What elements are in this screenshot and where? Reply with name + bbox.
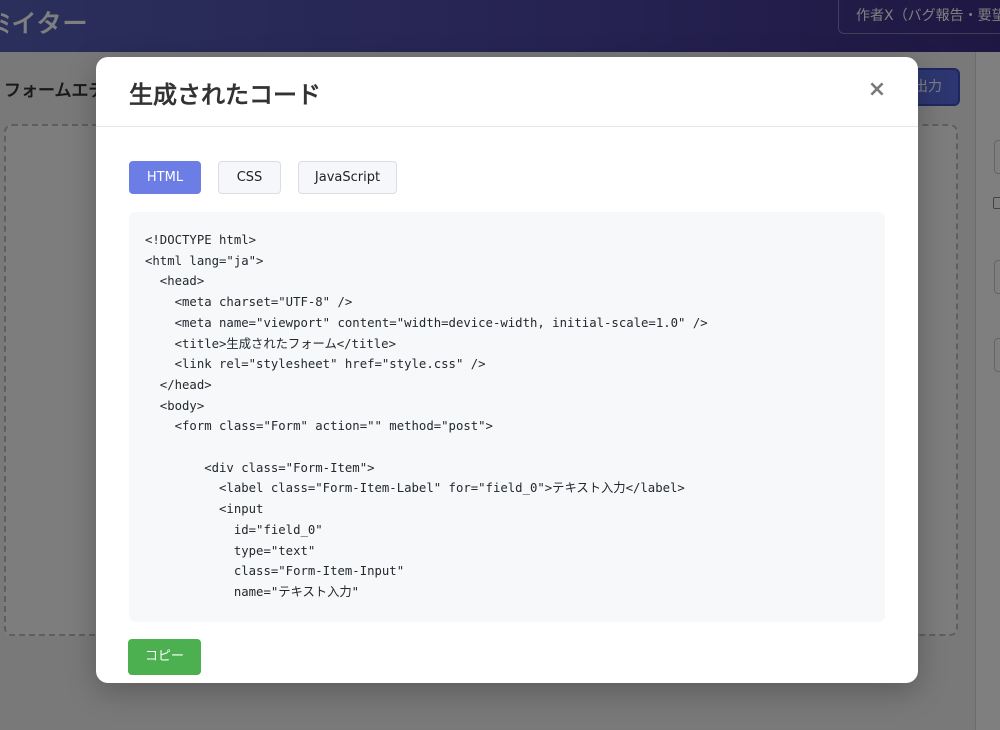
modal-header: 生成されたコード × xyxy=(96,57,918,127)
code-line: <meta name="viewport" content="width=dev… xyxy=(145,315,708,330)
copy-button[interactable]: コピー xyxy=(128,639,201,675)
code-line: id="field_0" xyxy=(145,522,323,537)
tab-html[interactable]: HTML xyxy=(129,161,201,194)
modal-title: 生成されたコード xyxy=(129,81,321,109)
code-line: <meta charset="UTF-8" /> xyxy=(145,295,353,310)
code-tabs: HTML CSS JavaScript xyxy=(129,161,397,194)
generated-code-modal: 生成されたコード × HTML CSS JavaScript <!DOCTYPE… xyxy=(96,57,918,683)
code-line: class="Form-Item-Input" xyxy=(145,564,405,579)
tab-css[interactable]: CSS xyxy=(218,161,281,194)
code-line: <head> xyxy=(145,274,205,289)
code-content: <!DOCTYPE html> <html lang="ja"> <head> <… xyxy=(145,230,885,603)
code-line: <link rel="stylesheet" href="style.css" … xyxy=(145,357,486,372)
close-icon[interactable]: × xyxy=(864,77,890,103)
tab-javascript[interactable]: JavaScript xyxy=(298,161,397,194)
code-line: <label class="Form-Item-Label" for="fiel… xyxy=(145,481,685,496)
code-line: <title>生成されたフォーム</title> xyxy=(145,336,396,351)
code-line: <input xyxy=(145,502,264,517)
code-line: <html lang="ja"> xyxy=(145,253,264,268)
code-line: <div class="Form-Item"> xyxy=(145,460,375,475)
code-line: name="テキスト入力" xyxy=(145,584,360,599)
code-line: type="text" xyxy=(145,543,316,558)
code-block[interactable]: <!DOCTYPE html> <html lang="ja"> <head> <… xyxy=(129,212,885,622)
code-line: <body> xyxy=(145,398,205,413)
code-line: </head> xyxy=(145,377,212,392)
code-line: <!DOCTYPE html> xyxy=(145,233,257,247)
code-line: <form class="Form" action="" method="pos… xyxy=(145,419,493,434)
